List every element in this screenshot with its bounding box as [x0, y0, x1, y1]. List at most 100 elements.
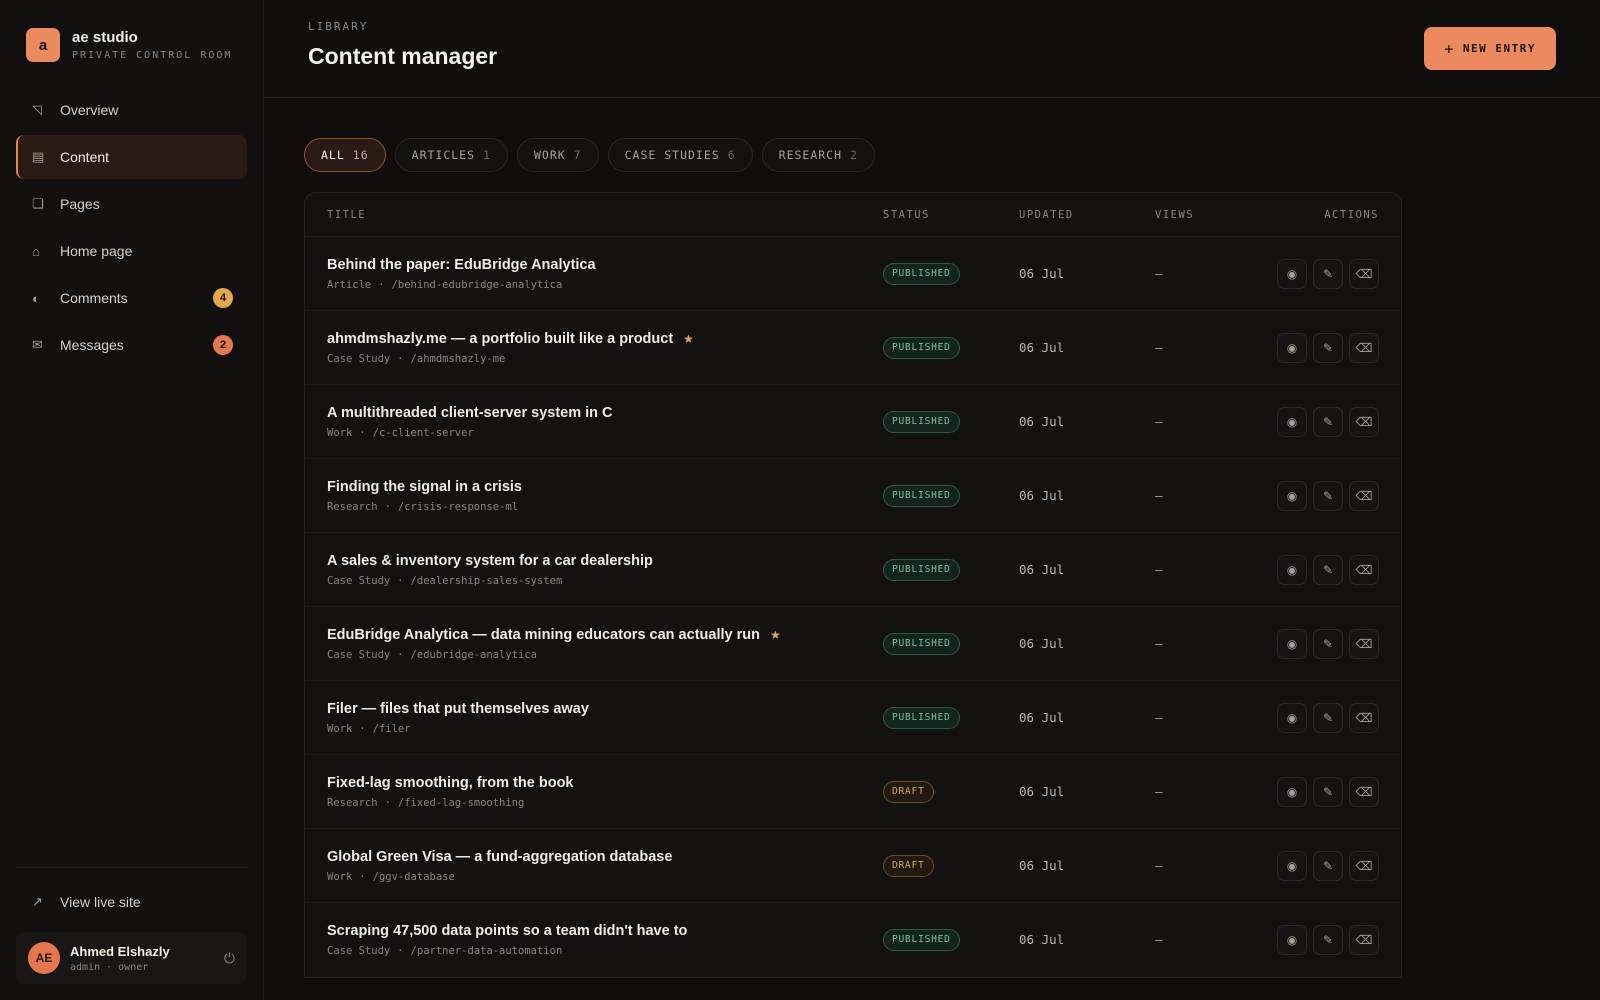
sidebar: a ae studio PRIVATE CONTROL ROOM ◹ Overvi…	[0, 0, 264, 1000]
status-cell: PUBLISHED	[883, 484, 1019, 507]
edit-icon[interactable]: ✎	[1313, 258, 1343, 289]
power-icon[interactable]: ⏻	[224, 950, 235, 967]
delete-icon[interactable]: ⌫	[1349, 628, 1379, 659]
delete-icon[interactable]: ⌫	[1349, 924, 1379, 955]
table-row[interactable]: Scraping 47,500 data points so a team di…	[305, 903, 1401, 977]
edit-icon[interactable]: ✎	[1313, 554, 1343, 585]
column-updated[interactable]: UPDATED	[1019, 209, 1155, 221]
table-row[interactable]: EduBridge Analytica — data mining educat…	[305, 607, 1401, 681]
entry-title[interactable]: EduBridge Analytica — data mining educat…	[327, 627, 883, 643]
view-icon[interactable]: ◉	[1277, 776, 1307, 807]
count-badge: 2	[213, 335, 233, 355]
view-icon[interactable]: ◉	[1277, 554, 1307, 585]
view-icon[interactable]: ◉	[1277, 850, 1307, 881]
delete-icon[interactable]: ⌫	[1349, 406, 1379, 437]
table-row[interactable]: Finding the signal in a crisis Research · /…	[305, 459, 1401, 533]
status-cell: DRAFT	[883, 854, 1019, 877]
sidebar-item-comments[interactable]: ◐ Comments 4	[16, 276, 247, 320]
entry-title-text: Filer — files that put themselves away	[327, 700, 589, 717]
delete-icon[interactable]: ⌫	[1349, 258, 1379, 289]
column-title[interactable]: TITLE	[327, 209, 883, 221]
column-actions: ACTIONS	[1324, 208, 1379, 221]
entry-title[interactable]: Scraping 47,500 data points so a team di…	[327, 923, 883, 939]
sidebar-item-content[interactable]: ▤ Content	[16, 135, 247, 179]
table-row[interactable]: ahmdmshazly.me — a portfolio built like …	[305, 311, 1401, 385]
table-row[interactable]: Fixed-lag smoothing, from the book Resear…	[305, 755, 1401, 829]
entry-title[interactable]: Global Green Visa — a fund-aggregation d…	[327, 849, 883, 865]
filter-chip-work[interactable]: WORK 7	[516, 138, 599, 172]
home-icon: ⌂	[32, 243, 40, 259]
new-entry-label: NEW ENTRY	[1462, 42, 1536, 55]
delete-icon[interactable]: ⌫	[1349, 850, 1379, 881]
entry-title[interactable]: ahmdmshazly.me — a portfolio built like …	[327, 331, 883, 347]
sidebar-item-messages[interactable]: ✉ Messages 2	[16, 323, 247, 367]
entry-title[interactable]: A multithreaded client-server system in …	[327, 405, 883, 421]
edit-icon[interactable]: ✎	[1313, 850, 1343, 881]
entry-title[interactable]: Fixed-lag smoothing, from the book	[327, 775, 883, 791]
view-icon[interactable]: ◉	[1277, 332, 1307, 363]
table-row[interactable]: A sales & inventory system for a car dea…	[305, 533, 1401, 607]
table-row[interactable]: Filer — files that put themselves away Wo…	[305, 681, 1401, 755]
entry-title[interactable]: Finding the signal in a crisis	[327, 479, 883, 495]
actions-cell: ◉ ✎ ⌫	[1275, 258, 1379, 289]
edit-icon[interactable]: ✎	[1313, 924, 1343, 955]
user-card[interactable]: AE Ahmed Elshazly admin · owner ⏻	[16, 932, 247, 984]
view-icon[interactable]: ◉	[1277, 406, 1307, 437]
edit-icon[interactable]: ✎	[1313, 406, 1343, 437]
entry-title-text: A sales & inventory system for a car dea…	[327, 552, 653, 569]
count-badge: 4	[213, 288, 233, 308]
view-live-site-link[interactable]: ↗ View live site	[16, 880, 247, 924]
view-icon[interactable]: ◉	[1277, 924, 1307, 955]
column-status[interactable]: STATUS	[883, 209, 1019, 221]
edit-icon[interactable]: ✎	[1313, 702, 1343, 733]
filter-chip-case-studies[interactable]: CASE STUDIES 6	[607, 138, 753, 172]
updated-cell: 06 Jul	[1019, 562, 1065, 577]
table-row[interactable]: Behind the paper: EduBridge Analytica Art…	[305, 237, 1401, 311]
sidebar-item-pages[interactable]: ❏ Pages	[16, 182, 247, 226]
actions-cell: ◉ ✎ ⌫	[1275, 702, 1379, 733]
delete-icon[interactable]: ⌫	[1349, 554, 1379, 585]
edit-icon[interactable]: ✎	[1313, 480, 1343, 511]
entry-title[interactable]: A sales & inventory system for a car dea…	[327, 553, 883, 569]
entry-title[interactable]: Behind the paper: EduBridge Analytica	[327, 257, 883, 273]
status-badge: PUBLISHED	[883, 484, 960, 507]
updated-cell: 06 Jul	[1019, 932, 1065, 947]
filter-chip-all[interactable]: ALL 16	[304, 138, 386, 172]
filter-chip-research[interactable]: RESEARCH 2	[761, 138, 875, 172]
sidebar-item-home-page[interactable]: ⌂ Home page	[16, 229, 247, 273]
views-cell: —	[1155, 784, 1163, 799]
view-icon[interactable]: ◉	[1277, 628, 1307, 659]
edit-icon[interactable]: ✎	[1313, 628, 1343, 659]
status-cell: PUBLISHED	[883, 706, 1019, 729]
actions-cell: ◉ ✎ ⌫	[1275, 628, 1379, 659]
entry-type: Case Study	[327, 648, 391, 661]
delete-icon[interactable]: ⌫	[1349, 702, 1379, 733]
user-name: Ahmed Elshazly	[70, 943, 170, 959]
delete-icon[interactable]: ⌫	[1349, 480, 1379, 511]
entry-meta: Case Study · /ahmdmshazly-me	[327, 353, 883, 365]
entry-slug: /partner-data-automation	[410, 944, 563, 957]
delete-icon[interactable]: ⌫	[1349, 332, 1379, 363]
new-entry-button[interactable]: + NEW ENTRY	[1424, 27, 1556, 70]
delete-icon[interactable]: ⌫	[1349, 776, 1379, 807]
column-views[interactable]: VIEWS	[1155, 209, 1275, 221]
status-badge: PUBLISHED	[883, 336, 960, 359]
view-icon[interactable]: ◉	[1277, 702, 1307, 733]
brand[interactable]: a ae studio PRIVATE CONTROL ROOM	[16, 24, 247, 62]
view-icon[interactable]: ◉	[1277, 480, 1307, 511]
view-icon[interactable]: ◉	[1277, 258, 1307, 289]
table-row[interactable]: A multithreaded client-server system in …	[305, 385, 1401, 459]
entry-meta: Work · /c-client-server	[327, 427, 883, 439]
meta-separator: ·	[359, 426, 366, 439]
comments-icon: ◐	[32, 290, 40, 306]
entry-type: Work	[327, 722, 353, 735]
filter-chip-articles[interactable]: ARTICLES 1	[394, 138, 508, 172]
sidebar-item-overview[interactable]: ◹ Overview	[16, 88, 247, 132]
status-cell: PUBLISHED	[883, 928, 1019, 951]
table-row[interactable]: Global Green Visa — a fund-aggregation d…	[305, 829, 1401, 903]
entry-title[interactable]: Filer — files that put themselves away	[327, 701, 883, 717]
edit-icon[interactable]: ✎	[1313, 332, 1343, 363]
status-cell: PUBLISHED	[883, 410, 1019, 433]
edit-icon[interactable]: ✎	[1313, 776, 1343, 807]
views-cell: —	[1155, 414, 1163, 429]
